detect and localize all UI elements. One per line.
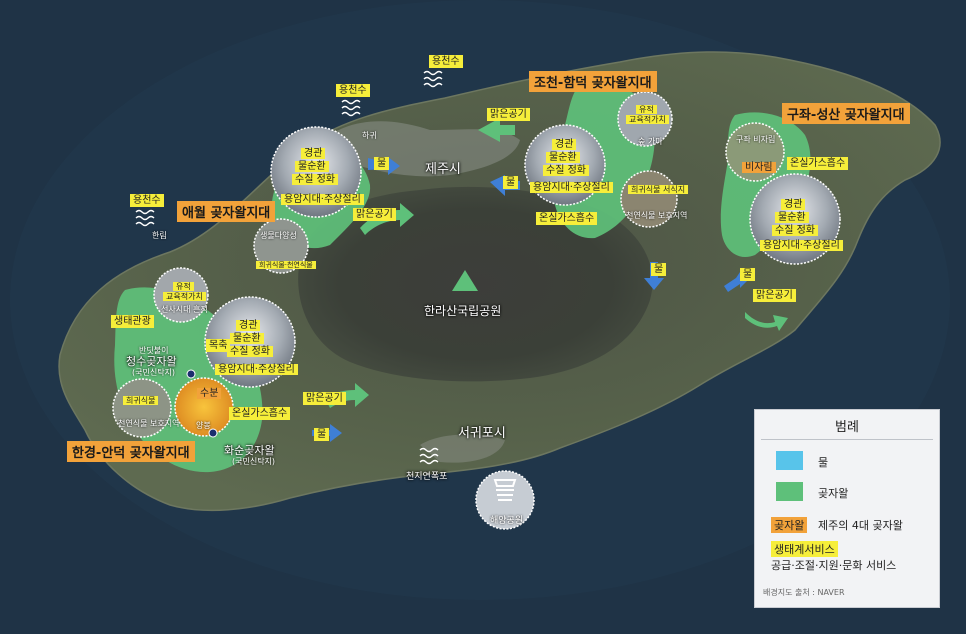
circle-honey-caption: 양봉	[196, 421, 211, 430]
zone-jocheon: 조천-함덕 곶자왈지대	[529, 71, 657, 92]
tag-water: 물	[740, 268, 756, 281]
tag-clean-air: 맑은공기	[303, 392, 346, 405]
circle-bijarim: 비자림	[742, 160, 776, 174]
spring-label: 용천수	[336, 84, 370, 97]
circle-honey-label: 수분	[197, 386, 222, 400]
tag-water: 물	[651, 263, 667, 276]
circle-caption: 용암지대·주상절리	[530, 180, 613, 194]
legend-zone-chip: 곶자왈	[771, 517, 808, 533]
legend-title: 범례	[835, 420, 859, 435]
marine-park-label: 해양공원	[490, 516, 524, 526]
tag-eco-tour: 생태관광	[111, 315, 154, 328]
tag-water: 물	[374, 157, 390, 170]
circle-caption: 용암지대·주상절리	[215, 362, 298, 376]
legend-gotjawal-label: 곶자왈	[818, 487, 849, 500]
legend-source: 배경지도 출처 : NAVER	[763, 588, 845, 597]
hallim-label: 한림	[152, 231, 167, 240]
circle-rare: 희귀식물 서식지	[628, 182, 689, 196]
circle-line: 수질 정화	[772, 223, 818, 237]
hallasan-label: 한라산국립공원	[424, 304, 502, 318]
circle-aewol-small-top: 생물다양성	[260, 231, 297, 240]
circle-era: 선사시대 흔적	[161, 305, 208, 314]
tag-greenhouse: 온실가스흡수	[787, 157, 849, 170]
circle-aewol-small-caption: 희귀식물·천연식물	[256, 257, 316, 271]
tag-greenhouse: 온실가스흡수	[229, 407, 291, 420]
legend: 범례 물 곶자왈 곶자왈 제주의 4대 곶자왈 생태계서비스 공급·조절·지원·…	[754, 409, 940, 608]
circle-rare: 희귀식물	[123, 393, 159, 407]
circle-education: 교육적가치	[163, 289, 206, 303]
cheongsu-sub: (국민신탁지)	[132, 368, 176, 377]
hwasun-sub: (국민신탁지)	[232, 457, 276, 466]
legend-service-chip: 생태계서비스	[771, 541, 838, 557]
legend-divider	[761, 439, 933, 440]
zone-aewol: 애월 곶자왈지대	[177, 201, 276, 222]
circle-line: 물순환	[295, 160, 329, 174]
legend-service-desc: 공급·조절·지원·문화 서비스	[771, 559, 897, 572]
legend-water-swatch	[776, 451, 803, 470]
city-jeju: 제주시	[425, 162, 461, 177]
circle-moss: 숲 가마	[638, 137, 663, 146]
circle-line: 물순환	[775, 210, 809, 224]
tag-clean-air: 맑은공기	[487, 108, 530, 121]
circle-line: 경관	[301, 147, 326, 161]
city-seogwipo: 서귀포시	[458, 426, 506, 441]
tag-water: 물	[503, 176, 519, 189]
tag-water: 물	[314, 428, 330, 441]
legend-water-label: 물	[818, 456, 829, 469]
circle-rare-caption: 천연식물 보호지역	[118, 419, 180, 428]
circle-line: 물순환	[546, 150, 580, 164]
spring-label: 용천수	[429, 55, 463, 68]
zone-gujwa: 구좌-성산 곶자왈지대	[782, 103, 910, 124]
circle-line: 수질 정화	[227, 344, 273, 358]
circle-line: 경관	[781, 197, 806, 211]
legend-gotjawal-swatch	[776, 482, 803, 501]
tag-clean-air: 맑은공기	[353, 208, 396, 221]
cheonjiyeon-label: 천지연폭포	[406, 472, 448, 482]
spring-label: 용천수	[130, 194, 164, 207]
circle-rare-caption: 천연식물 보호지역	[626, 211, 688, 220]
zone-hangyeong: 한경-안덕 곶자왈지대	[67, 441, 195, 462]
circle-caption: 용암지대·주상절리	[760, 238, 843, 252]
circle-line: 수질 정화	[292, 173, 338, 187]
circle-line: 수질 정화	[543, 163, 589, 177]
circle-education: 교육적가치	[626, 113, 669, 127]
tag-clean-air: 맑은공기	[753, 289, 796, 302]
circle-line: 경관	[236, 318, 261, 332]
circle-line: 경관	[552, 137, 577, 151]
tag-greenhouse: 온실가스흡수	[536, 212, 598, 225]
legend-zone-desc: 제주의 4대 곶자왈	[818, 519, 903, 532]
circle-caption: 용암지대·주상절리	[281, 192, 364, 206]
circle-line: 물순환	[230, 331, 264, 345]
circle-bijarim-top: 구좌 비자림	[736, 135, 776, 144]
hagwi-label: 하귀	[362, 131, 377, 140]
